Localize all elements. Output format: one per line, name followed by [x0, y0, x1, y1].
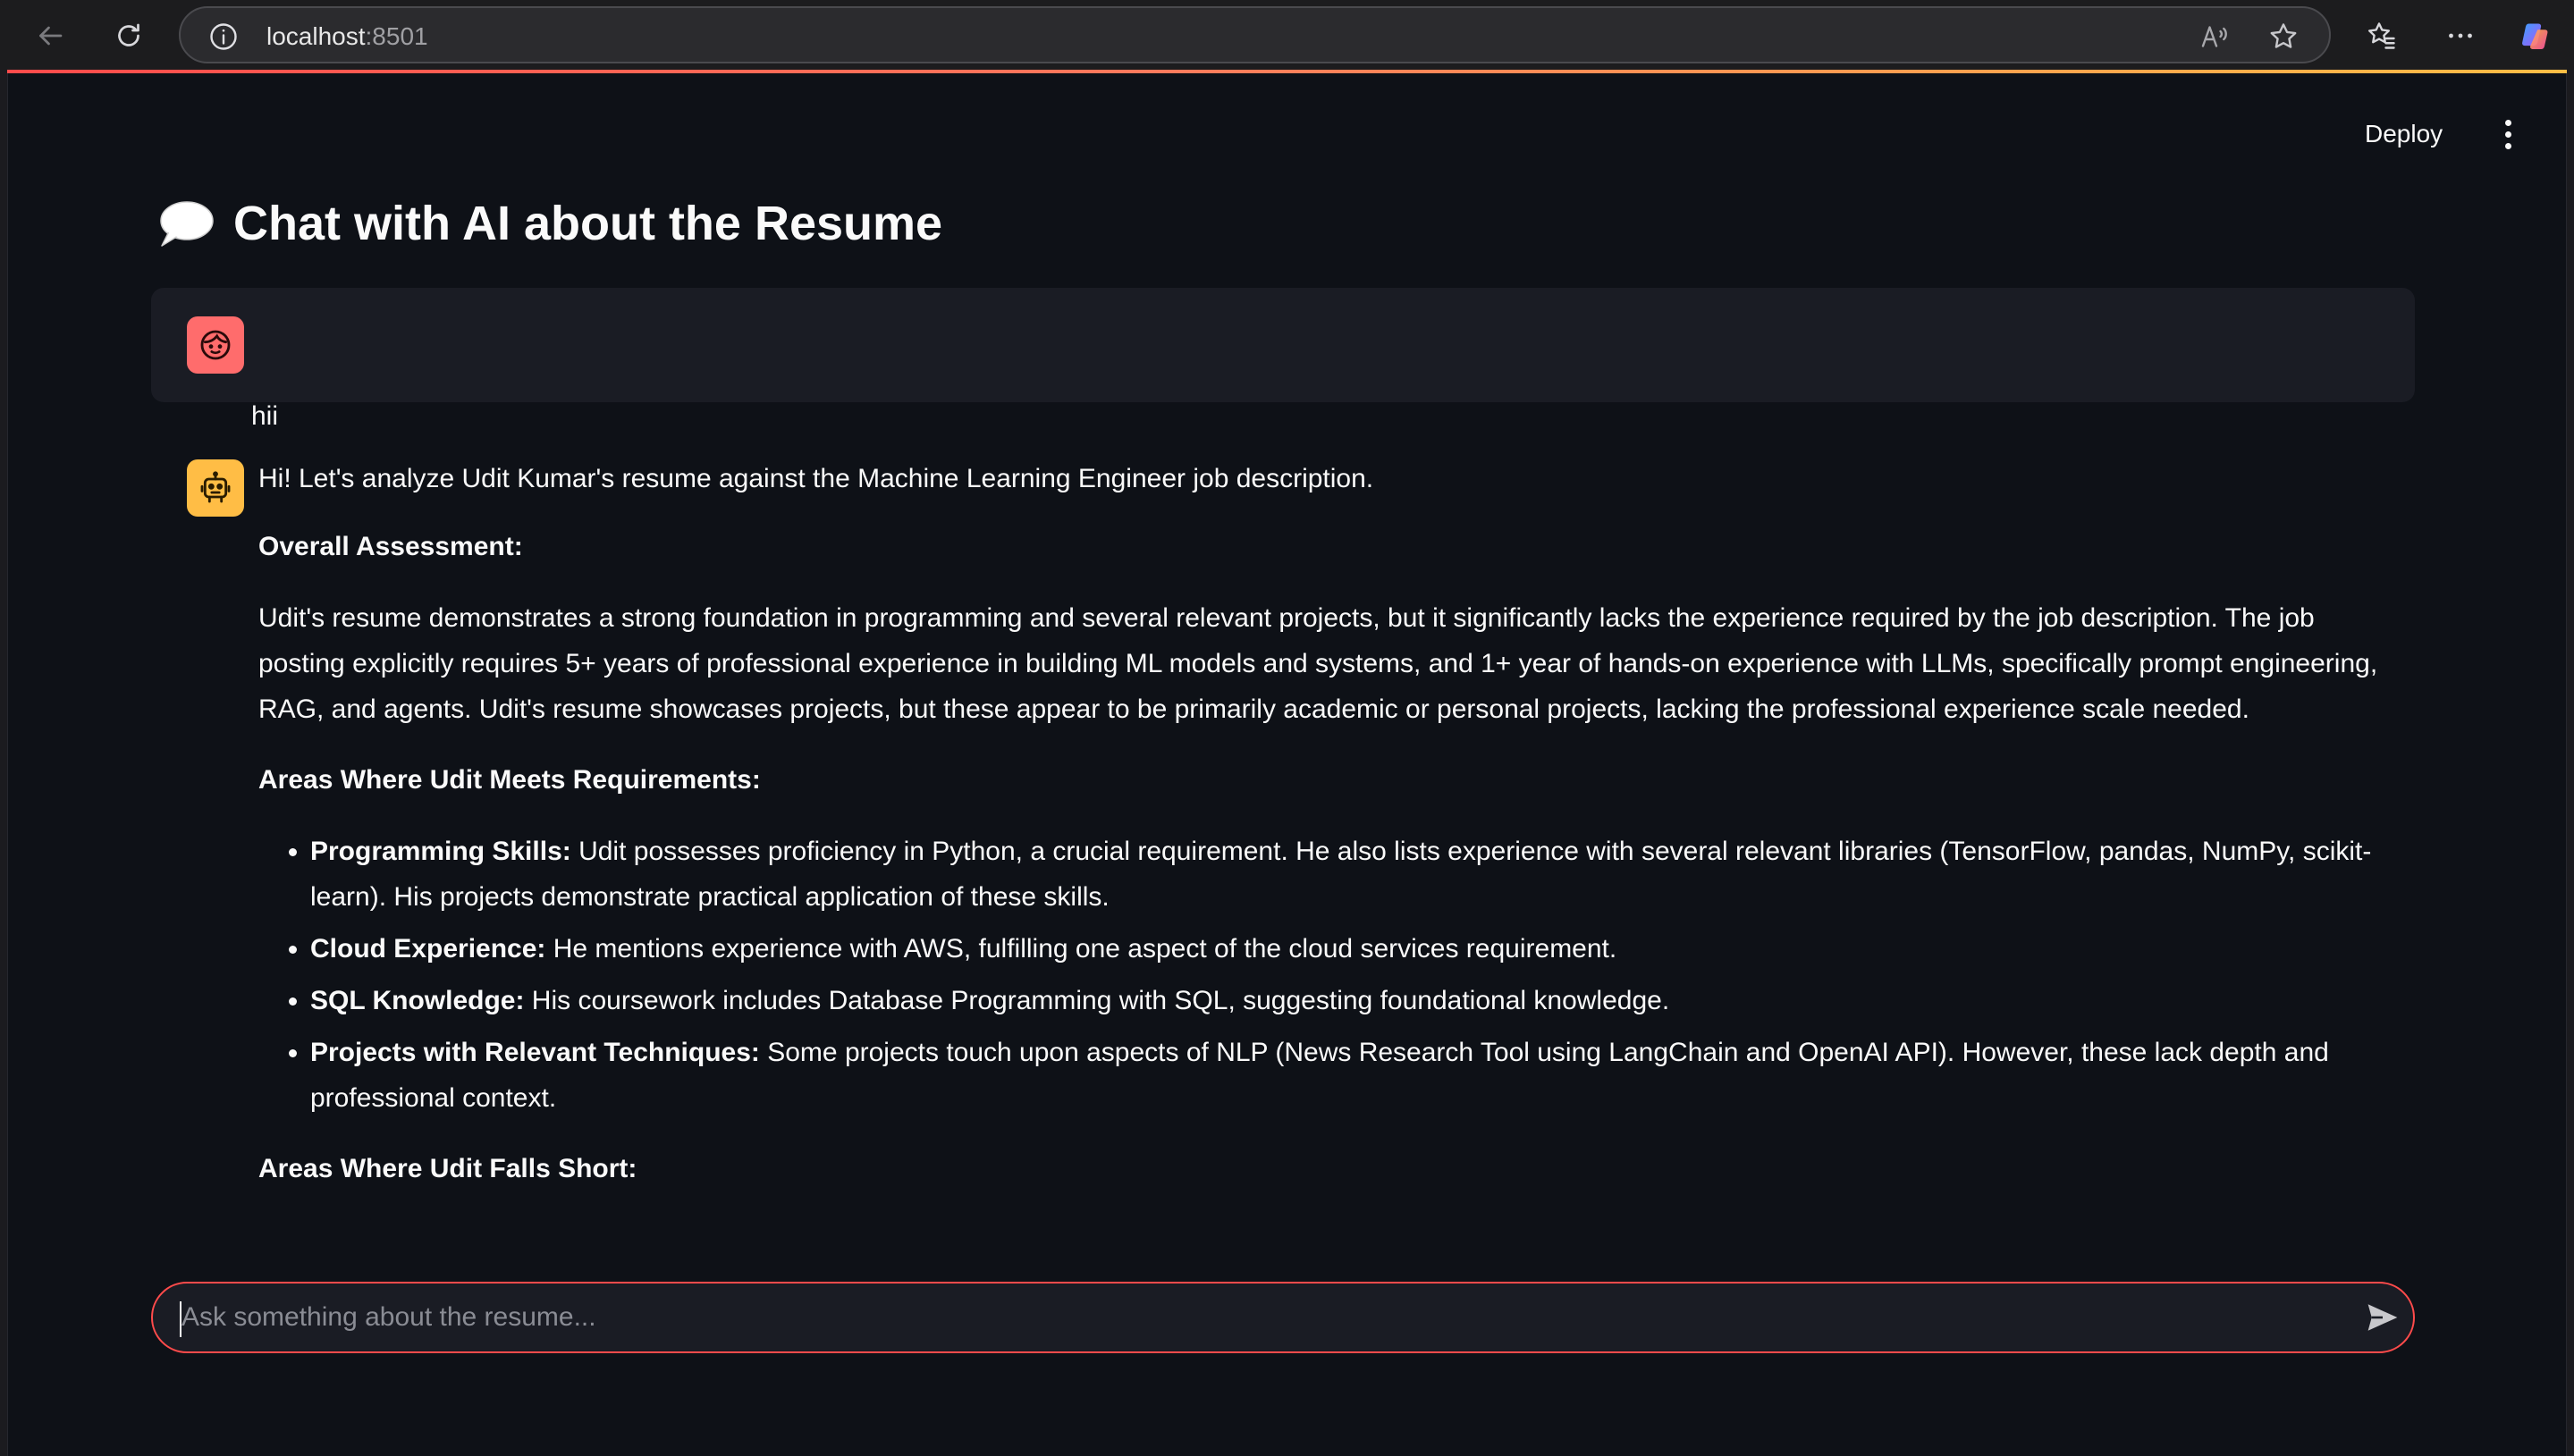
url-text[interactable]: localhost:8501 — [266, 21, 428, 53]
url-host: localhost — [266, 22, 366, 50]
list-item-text: His coursework includes Database Program… — [524, 986, 1670, 1015]
info-icon[interactable] — [207, 21, 240, 53]
vertical-dots-icon — [2504, 119, 2511, 149]
list-item: Projects with Relevant Techniques: Some … — [310, 1030, 2386, 1121]
user-avatar — [187, 316, 244, 374]
deploy-button[interactable]: Deploy — [2365, 118, 2443, 150]
main-menu-button[interactable] — [2490, 116, 2526, 152]
refresh-icon — [118, 23, 139, 46]
speech-bubble-icon — [160, 201, 214, 247]
robot-icon — [200, 471, 231, 503]
send-button[interactable] — [2359, 1296, 2406, 1339]
list-item-label: Cloud Experience: — [310, 934, 546, 964]
address-bar[interactable]: localhost:8501 — [179, 6, 2331, 63]
list-item: Programming Skills: Udit possesses profi… — [310, 829, 2386, 920]
heading-meets-requirements: Areas Where Udit Meets Requirements: — [258, 765, 761, 795]
user-chat-message — [151, 288, 2415, 402]
arrow-left-icon — [39, 26, 63, 46]
favorites-button[interactable] — [2357, 11, 2407, 61]
more-icon — [2449, 33, 2472, 38]
user-message-text: hii — [251, 401, 279, 431]
list-item-label: Projects with Relevant Techniques: — [310, 1038, 760, 1067]
list-item-text: He mentions experience with AWS, fulfill… — [545, 934, 1617, 964]
heading-falls-short: Areas Where Udit Falls Short: — [258, 1154, 637, 1183]
page-title-text: Chat with AI about the Resume — [233, 197, 943, 250]
meets-requirements-list: Programming Skills: Udit possesses profi… — [258, 829, 2386, 1121]
browser-toolbar: localhost:8501 — [0, 0, 2574, 70]
overall-assessment-text: Udit's resume demonstrates a strong foun… — [258, 603, 2378, 724]
copilot-icon — [2522, 23, 2548, 49]
favorites-icon — [2368, 22, 2395, 49]
face-icon — [200, 330, 231, 360]
url-port: :8501 — [365, 22, 428, 50]
send-icon — [2367, 1304, 2398, 1331]
list-item-label: Programming Skills: — [310, 837, 571, 866]
chat-input[interactable] — [180, 1292, 2325, 1342]
assistant-intro: Hi! Let's analyze Udit Kumar's resume ag… — [258, 464, 1374, 493]
assistant-avatar — [187, 459, 244, 517]
more-button[interactable] — [2435, 11, 2485, 61]
back-button[interactable] — [25, 11, 75, 61]
assistant-chat-message: Hi! Let's analyze Udit Kumar's resume ag… — [258, 459, 2386, 1217]
refresh-button[interactable] — [104, 11, 154, 61]
app-container: Deploy Chat with AI about the Resume hii — [7, 73, 2567, 1456]
page-title: Chat with AI about the Resume — [158, 195, 942, 252]
list-item-text: Udit possesses proficiency in Python, a … — [310, 837, 2372, 912]
copilot-button[interactable] — [2511, 11, 2561, 61]
read-aloud-icon[interactable] — [2198, 21, 2230, 53]
chat-input-container[interactable] — [151, 1282, 2415, 1353]
list-item: SQL Knowledge: His coursework includes D… — [310, 978, 2386, 1023]
list-item: Cloud Experience: He mentions experience… — [310, 926, 2386, 972]
heading-overall-assessment: Overall Assessment: — [258, 532, 523, 561]
list-item-label: SQL Knowledge: — [310, 986, 525, 1015]
star-icon[interactable] — [2267, 21, 2300, 53]
